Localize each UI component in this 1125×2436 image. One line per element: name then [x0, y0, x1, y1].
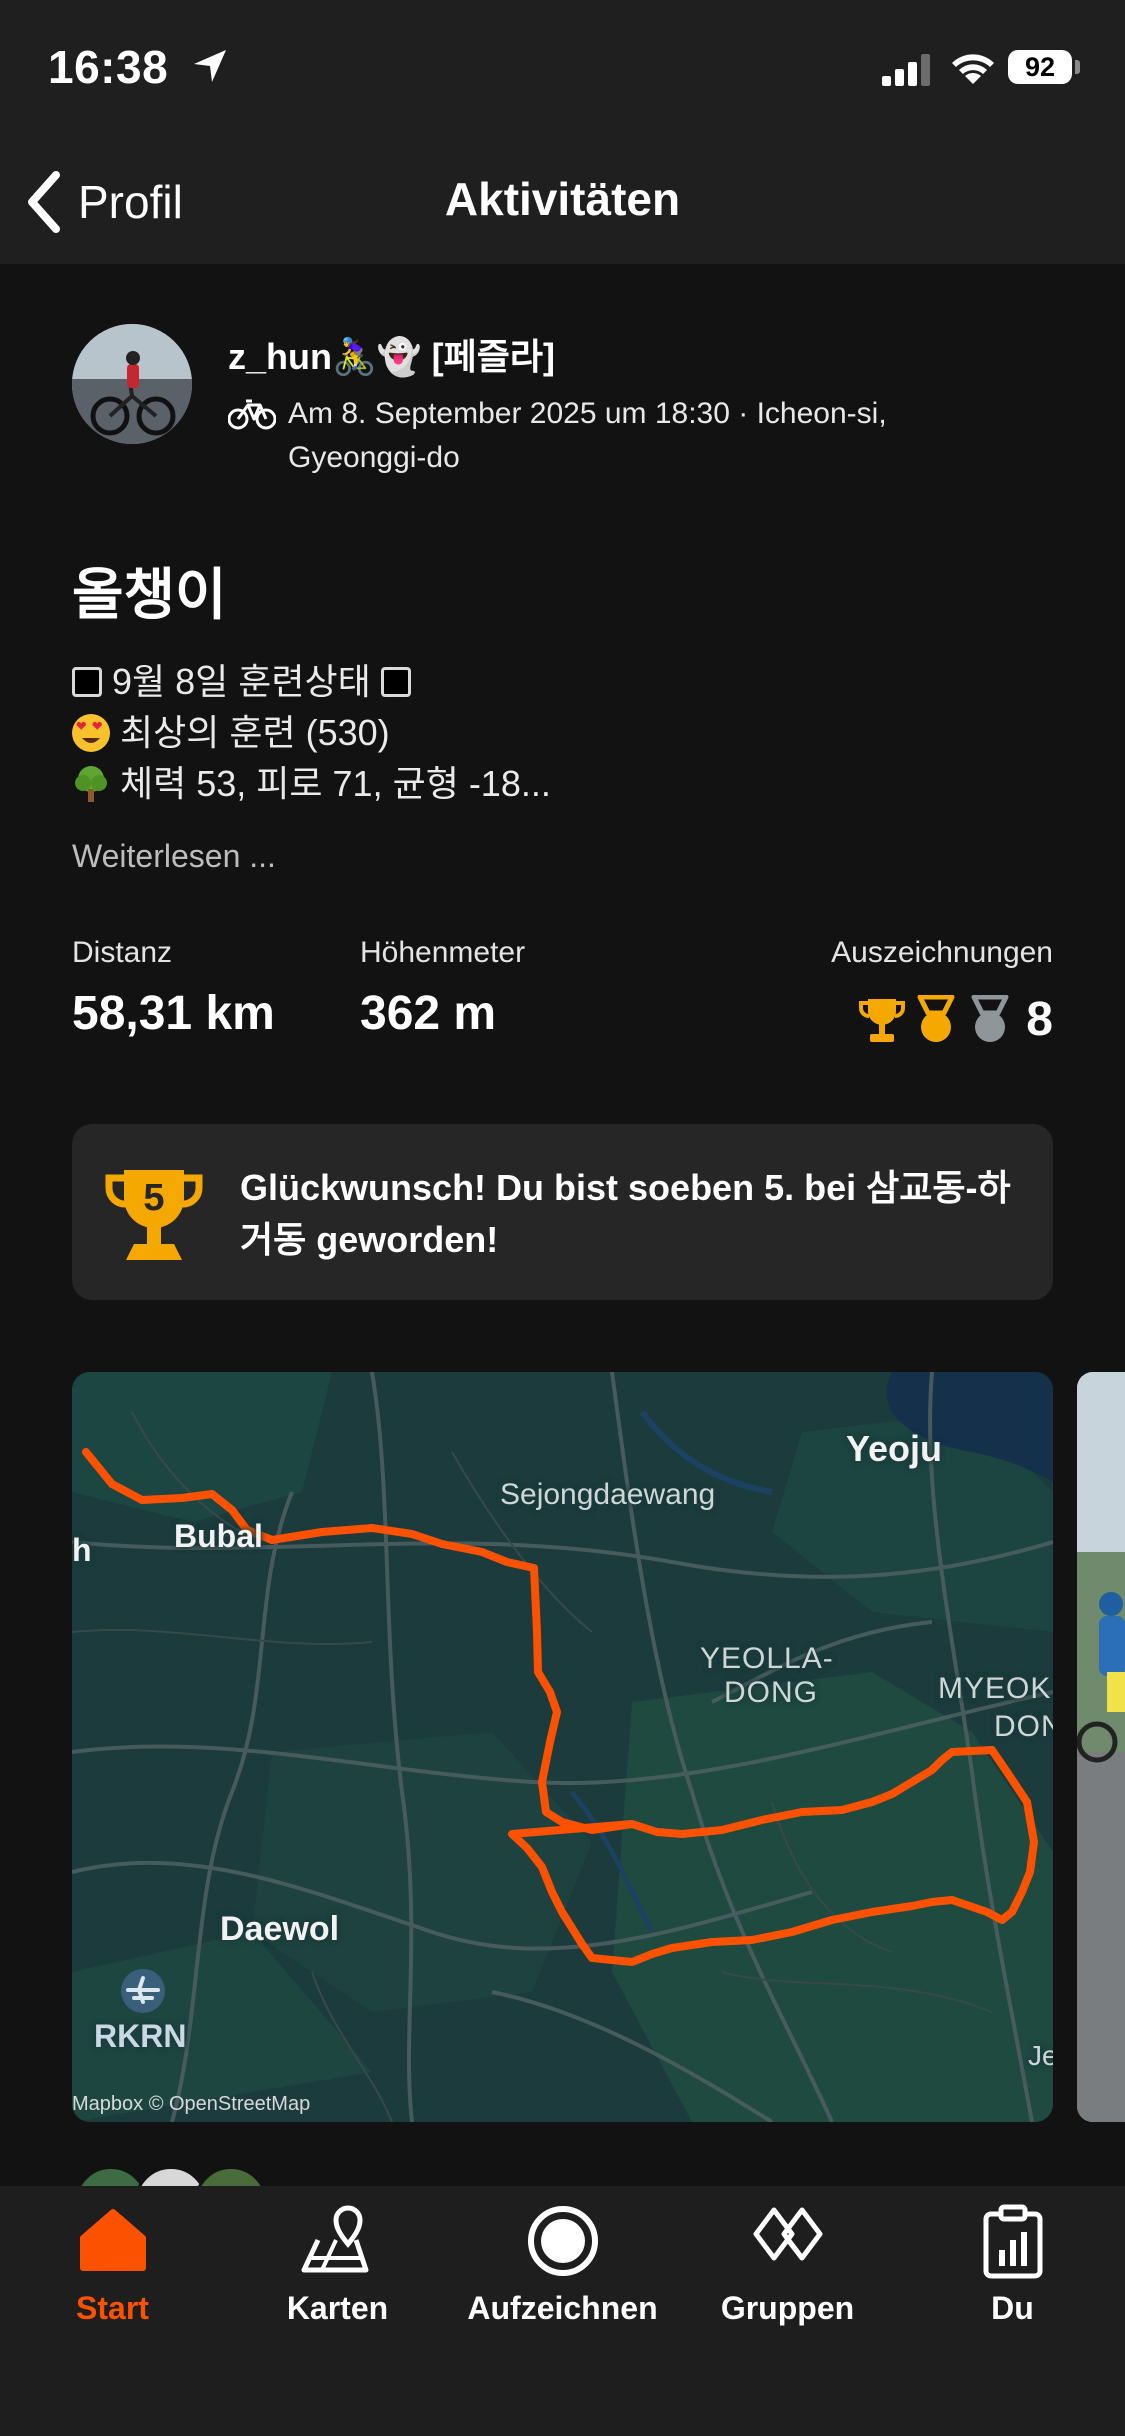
status-time: 16:38	[48, 41, 169, 93]
silver-medal-icon	[971, 994, 1009, 1042]
tab-bar: Start Karten Aufzeichnen Gruppen Du	[0, 2186, 1125, 2436]
map-pin-icon	[301, 2205, 368, 2273]
description-line-1: 9월 8일 훈련상태	[72, 656, 551, 707]
description-line-2: 최상의 훈련 (530)	[72, 707, 551, 758]
page-title: Aktivitäten	[444, 173, 681, 225]
map-label-bubal: Bubal	[174, 1518, 263, 1554]
gold-trophy-icon	[859, 998, 906, 1042]
distance-value: 58,31 km	[72, 987, 275, 1040]
home-icon	[79, 2209, 146, 2271]
photo-thumbnail	[1077, 1372, 1125, 2122]
tab-label-gruppen: Gruppen	[720, 2290, 855, 2326]
activity-photo-preview[interactable]	[1077, 1372, 1125, 2122]
map-label-dong: DONG	[724, 1676, 818, 1709]
wifi-icon	[952, 54, 994, 84]
map-attribution: Mapbox © OpenStreetMap	[72, 2093, 311, 2115]
activity-date-location: Am 8. September 2025 um 18:30 · Icheon-s…	[288, 397, 887, 474]
tab-aufzeichnen[interactable]: Aufzeichnen	[450, 2186, 675, 2356]
battery-nub	[1075, 60, 1080, 74]
tree-emoji-icon	[72, 765, 110, 803]
trophy-rank-icon: 5	[105, 1170, 203, 1260]
navigation-bar: Profil Aktivitäten	[0, 140, 1125, 264]
activity-description: 9월 8일 훈련상태 최상의 훈련 (530) 체력 53, 피로 71, 균형…	[72, 656, 551, 809]
map-label-rkrn: RKRN	[94, 2018, 187, 2054]
map-label-yeolla: YEOLLA-	[700, 1642, 834, 1675]
description-line-3: 체력 53, 피로 71, 균형 -18...	[72, 758, 551, 809]
description-text-2: 최상의 훈련 (530)	[120, 712, 390, 753]
status-bar: 16:38 92	[0, 0, 1125, 140]
description-text-1: 9월 8일 훈련상태	[112, 661, 371, 702]
activity-title[interactable]: 올챙이	[72, 550, 227, 631]
map-label-h: h	[72, 1532, 92, 1568]
airport-icon	[121, 1969, 165, 2013]
awards-label: Auszeichnungen	[831, 936, 1053, 969]
map-label-yeoju: Yeoju	[846, 1428, 943, 1469]
map-label-myeok: MYEOK	[938, 1672, 1052, 1705]
tab-label-aufzeichnen: Aufzeichnen	[467, 2290, 658, 2326]
map-label-don: DON	[994, 1710, 1053, 1743]
clipboard-chart-icon	[983, 2204, 1042, 2279]
cellular-signal-icon	[882, 54, 930, 86]
elevation-label: Höhenmeter	[360, 936, 526, 969]
trophy-rank-number: 5	[143, 1177, 164, 1219]
location-arrow-icon	[194, 50, 226, 82]
black-square-icon	[72, 666, 102, 697]
gold-medal-icon	[917, 994, 955, 1042]
black-square-icon	[380, 666, 411, 697]
bike-icon	[228, 399, 276, 430]
tab-karten[interactable]: Karten	[225, 2186, 450, 2356]
congrats-message: Glückwunsch! Du bist soeben 5. bei 삼교동-하…	[240, 1167, 1011, 1260]
tab-start[interactable]: Start	[0, 2186, 225, 2356]
tab-label-du: Du	[991, 2290, 1034, 2326]
map-label-je: Je	[1028, 2040, 1053, 2071]
record-icon	[527, 2206, 598, 2276]
read-more-link[interactable]: Weiterlesen ...	[72, 838, 276, 875]
tab-label-karten: Karten	[286, 2290, 389, 2326]
route-map[interactable]: Yeoju Sejongdaewang Bubal h YEOLLA- DONG…	[72, 1372, 1053, 2122]
map-label-daewol: Daewol	[220, 1910, 340, 1948]
description-text-3: 체력 53, 피로 71, 균형 -18...	[120, 763, 551, 804]
groups-icon	[753, 2207, 822, 2261]
awards-count: 8	[1026, 993, 1053, 1046]
segment-achievement-card[interactable]: 5 Glückwunsch! Du bist soeben 5. bei 삼교동…	[72, 1124, 1053, 1300]
tab-label-start: Start	[76, 2290, 149, 2326]
heart-eyes-emoji-icon	[72, 713, 110, 752]
elevation-value: 362 m	[360, 987, 497, 1040]
avatar-photo	[72, 324, 192, 444]
awards-summary[interactable]: 8	[858, 992, 1053, 1047]
tab-gruppen[interactable]: Gruppen	[675, 2186, 900, 2356]
tab-du[interactable]: Du	[900, 2186, 1125, 2356]
battery-indicator: 92	[1008, 50, 1072, 84]
athlete-avatar[interactable]	[72, 324, 192, 444]
map-label-sejongdaewang: Sejongdaewang	[500, 1478, 716, 1511]
distance-label: Distanz	[72, 936, 173, 969]
athlete-name[interactable]: z_hun🚴‍♀️👻 [페즐라]	[228, 328, 555, 380]
